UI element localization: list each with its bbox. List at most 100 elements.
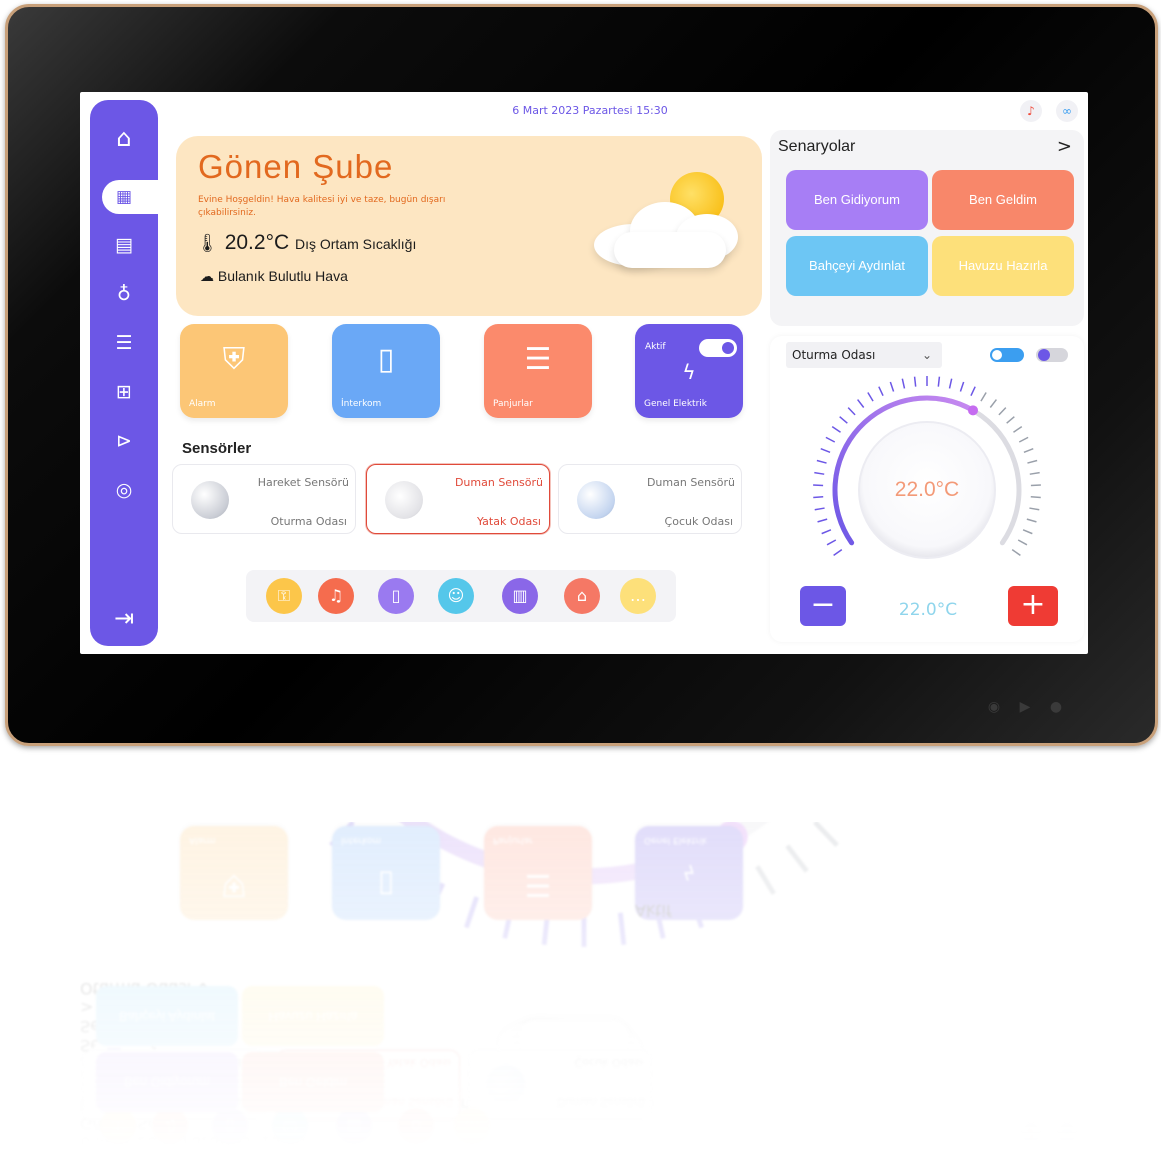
blinds-icon: ☰ xyxy=(105,898,123,920)
more-icon[interactable]: … xyxy=(620,578,656,614)
tile-alarm[interactable]: ⛨ Alarm xyxy=(180,324,288,418)
tile-interkom[interactable]: ▯ İnterkom xyxy=(332,324,440,418)
dial-tick xyxy=(617,912,627,945)
temperature-value: 20.2°C xyxy=(224,231,290,254)
scenario-ben-gidiyorum[interactable]: Ben Gidiyorum xyxy=(786,170,928,230)
dial-tick xyxy=(816,459,827,464)
temperature-label: Dış Ortam Sıcaklığı xyxy=(294,236,417,252)
power-hw-icon: ◉ xyxy=(987,699,1001,715)
cloud-icon: ☁ xyxy=(200,268,214,284)
lightbulb-icon[interactable]: ♁ xyxy=(90,276,158,312)
tile-genel-elektrik: Aktif ϟ Genel Elektrik xyxy=(635,826,743,920)
speaker-hw-icon: ▶ xyxy=(1019,699,1031,715)
scenario-havuzu-hazirla: Havuzu Hazırla xyxy=(242,986,384,1046)
blinds-icon[interactable]: ☰ xyxy=(90,325,158,361)
lightning-icon: ϟ xyxy=(682,360,696,384)
wardrobe-icon: ▥ xyxy=(336,1108,372,1144)
dashboard-icon: ▦ xyxy=(115,187,133,207)
outdoor-temperature: 🌡 20.2°C Dış Ortam Sıcaklığı xyxy=(196,231,416,255)
electric-toggle[interactable] xyxy=(699,339,737,357)
scenarios-panel: Senaryolar > Ben Gidiyorum Ben Geldim Ba… xyxy=(770,130,1084,326)
dial-tick xyxy=(833,549,843,557)
blinds-icon: ☰ xyxy=(524,867,552,902)
motion-sensor-icon xyxy=(191,481,229,519)
dial-tick xyxy=(817,518,828,523)
remote-icon[interactable]: ▯ xyxy=(378,578,414,614)
dial-tick xyxy=(831,426,841,433)
sensor-room: Çocuk Odası xyxy=(664,515,733,528)
garage-icon[interactable]: ⌂ xyxy=(564,578,600,614)
sensor-card-alarm[interactable]: Duman Sensörü Yatak Odası xyxy=(366,464,550,534)
wardrobe-icon[interactable]: ▥ xyxy=(502,578,538,614)
logout-icon[interactable]: ⇥ xyxy=(90,600,158,636)
camera-icon[interactable]: ⊳ xyxy=(90,423,158,459)
key-icon[interactable]: ⚿ xyxy=(266,578,302,614)
sensor-room: Yatak Odası xyxy=(386,1056,451,1069)
network-icon[interactable]: ⊞ xyxy=(90,374,158,410)
sidebar-item-dashboard[interactable]: ▦ xyxy=(102,180,162,214)
tile-panjurlar[interactable]: ☰ Panjurlar xyxy=(484,324,592,418)
scenario-havuzu-hazirla[interactable]: Havuzu Hazırla xyxy=(932,236,1074,296)
tile-panjurlar: ☰ Panjurlar xyxy=(484,826,592,920)
screen: ⌂ ▦ ▤ ♁ ☰ ⊞ ⊳ ◎ ⇥ 6 Mart 2023 Pazartesi … xyxy=(80,92,1088,654)
dial-tick xyxy=(813,496,824,499)
building-icon[interactable]: ▤ xyxy=(90,227,158,263)
dial-tick xyxy=(814,507,825,511)
sensor-name: Duman Sensörü xyxy=(556,1095,645,1108)
dial-tick xyxy=(878,386,884,397)
sidebar: ⌂ ▦ ▤ ♁ ☰ ⊞ ⊳ ◎ ⇥ xyxy=(90,100,162,646)
thermostat-dial[interactable] xyxy=(770,366,1084,586)
doorman-icon[interactable]: ☺ xyxy=(438,578,474,614)
dial-handle[interactable] xyxy=(968,405,978,416)
garage-icon: ⌂ xyxy=(398,1108,434,1144)
dial-tick xyxy=(814,471,825,475)
condition-text: Bulanık Bulutlu Hava xyxy=(217,268,348,284)
shield-icon: ⛨ xyxy=(222,342,246,377)
link-icon[interactable]: ∞ xyxy=(1056,100,1078,122)
datetime: 6 Mart 2023 Pazartesi 15:30 xyxy=(512,104,668,117)
increase-button[interactable]: + xyxy=(1008,586,1058,626)
doorman-icon: ☺ xyxy=(272,1108,308,1144)
dial-tick xyxy=(813,822,839,847)
tile-label: İnterkom xyxy=(341,835,382,845)
sensor-name: Duman Sensörü xyxy=(454,476,543,489)
dial-tick xyxy=(867,392,874,402)
sensors-panel: Sensörler Hareket Sensörü Oturma Odası D… xyxy=(170,432,754,546)
dial-tick xyxy=(1027,459,1038,464)
status-label: Aktif xyxy=(635,901,672,920)
tile-label: Genel Elektrik xyxy=(644,835,707,845)
camera-icon: ⊳ xyxy=(80,822,148,829)
dial-tick xyxy=(857,399,865,408)
decrease-button[interactable]: − xyxy=(800,586,846,626)
tile-genel-elektrik[interactable]: Aktif ϟ Genel Elektrik xyxy=(635,324,743,418)
sensor-card[interactable]: Hareket Sensörü Oturma Odası xyxy=(172,464,356,534)
dial-tick xyxy=(1017,539,1028,546)
bell-icon: ♫ xyxy=(152,1108,188,1144)
dial-tick xyxy=(1030,496,1041,499)
sensor-card[interactable]: Duman Sensörü Çocuk Odası xyxy=(558,464,742,534)
power-toggle[interactable] xyxy=(1036,348,1068,362)
tile-label: Alarm xyxy=(189,835,216,845)
scenario-ben-geldim[interactable]: Ben Geldim xyxy=(932,170,1074,230)
lightbulb-icon: ♁ xyxy=(107,947,121,969)
home-logo-icon[interactable]: ⌂ xyxy=(90,120,158,156)
scenarios-more-button[interactable]: > xyxy=(1057,136,1072,157)
dial-tick xyxy=(1026,518,1037,523)
bell-icon[interactable]: ♪ xyxy=(1020,100,1042,122)
scenario-bahceyi-aydinlat[interactable]: Bahçeyi Aydınlat xyxy=(786,236,928,296)
reflection-copy: ⌂ ▦ ▤ ♁ ☰ ⊞ ⊳ ◎ ⇥ 6 Mart 2023 Pazartesi … xyxy=(80,822,1088,1152)
sensor-room: Çocuk Odası xyxy=(574,1056,643,1069)
dial-tick xyxy=(989,399,997,408)
sensor-room: Oturma Odası xyxy=(270,515,347,528)
room-select[interactable]: Oturma Odası ⌄ xyxy=(786,342,942,368)
shield-icon: ⛨ xyxy=(222,867,246,902)
sensor-room: Yatak Odası xyxy=(476,515,541,528)
dial-tick xyxy=(785,844,809,873)
screen-reflection: ⌂ ▦ ▤ ♁ ☰ ⊞ ⊳ ◎ ⇥ 6 Mart 2023 Pazartesi … xyxy=(80,822,1088,1152)
dial-tick xyxy=(1029,507,1040,511)
lightning-icon: ϟ xyxy=(682,860,696,884)
bell-icon: ♪ xyxy=(1020,1122,1042,1144)
bell-icon[interactable]: ♫ xyxy=(318,578,354,614)
target-icon[interactable]: ◎ xyxy=(90,472,158,508)
fan-toggle[interactable] xyxy=(990,348,1024,362)
